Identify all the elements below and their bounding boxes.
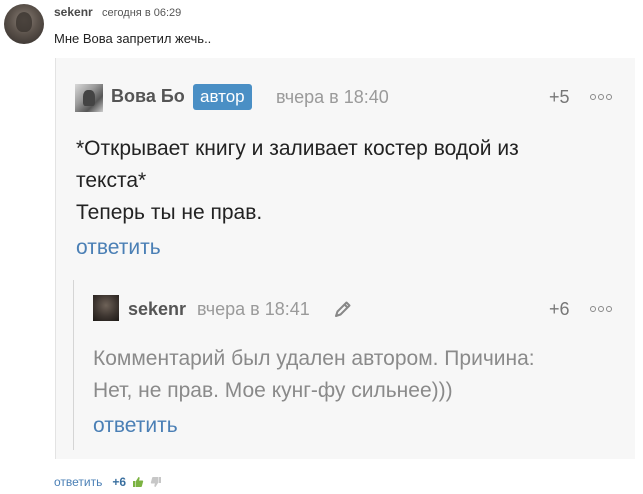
username[interactable]: sekenr [128,299,186,320]
avatar[interactable] [75,84,103,112]
comment-score: +6 [112,475,127,489]
avatar[interactable] [93,295,119,321]
edit-icon[interactable] [333,299,353,319]
reply-button[interactable]: ответить [93,414,178,438]
comment-score: +5 [549,87,570,107]
thread-line [73,280,74,450]
comment-text: *Открывает книгу и заливает костер водой… [76,133,616,229]
comment-line: Нет, не прав. Мое кунг-фу сильнее))) [93,379,453,402]
username[interactable]: Вова Бо [111,86,185,107]
author-badge: автор [193,84,252,110]
reply-button[interactable]: ответить [54,475,102,489]
username[interactable]: sekenr [54,5,93,19]
comment-footer: ответить +6 [54,475,162,489]
avatar[interactable] [4,4,44,44]
comment-text: Комментарий был удален автором. Причина:… [93,343,613,407]
more-options-icon[interactable] [590,94,612,100]
timestamp[interactable]: сегодня в 06:29 [102,7,181,19]
more-options-icon[interactable] [590,306,612,312]
comment-header: sekenr сегодня в 06:29 [54,5,181,19]
comment-line: текста* [76,169,147,192]
comment-line: Комментарий был удален автором. Причина: [93,347,535,370]
comment-line: *Открывает книгу и заливает костер водой… [76,137,519,160]
thumbs-down-icon[interactable] [150,476,162,488]
comment-text: Мне Вова запретил жечь.. [54,31,212,46]
comment-score: +6 [549,299,570,319]
timestamp[interactable]: вчера в 18:40 [276,87,389,108]
reply-button[interactable]: ответить [76,236,161,260]
comment-line: Теперь ты не прав. [76,201,263,224]
timestamp[interactable]: вчера в 18:41 [197,299,310,320]
thumbs-up-icon[interactable] [132,476,144,488]
